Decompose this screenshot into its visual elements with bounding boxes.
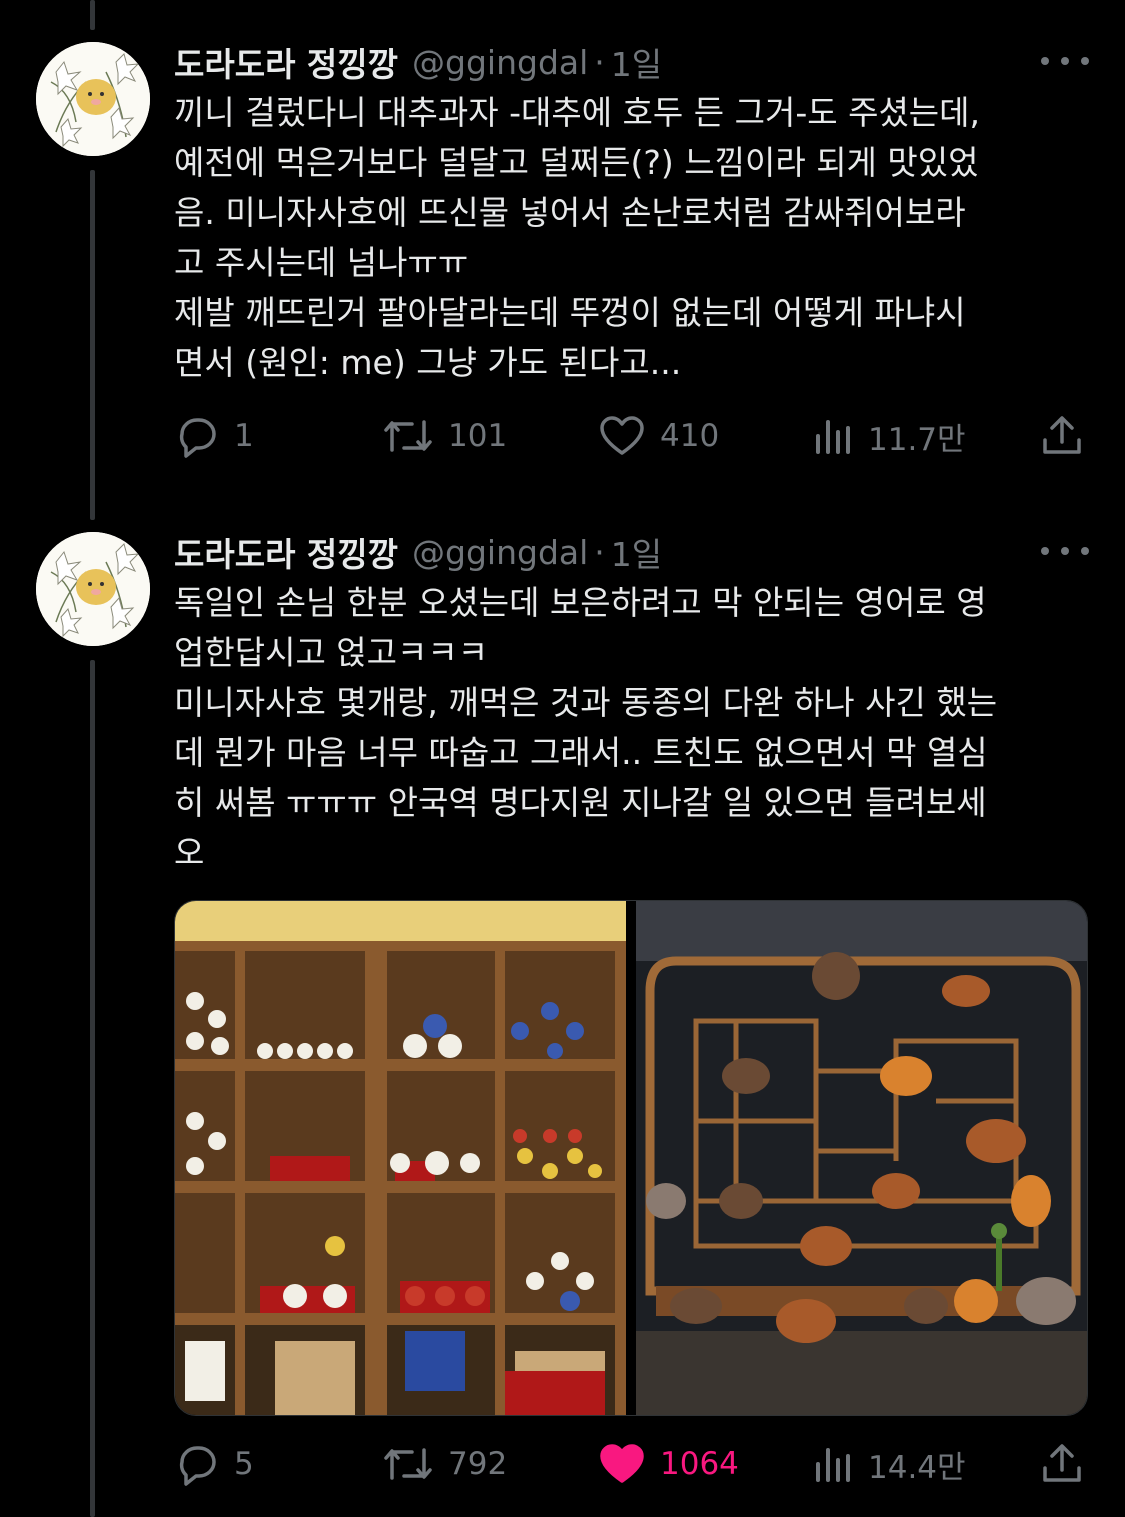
photo-teacup-shelves[interactable] bbox=[175, 901, 626, 1415]
share-button[interactable] bbox=[1040, 1442, 1084, 1486]
retweet-icon bbox=[384, 420, 432, 452]
reply-icon bbox=[179, 1446, 216, 1486]
tweet[interactable]: 도라도라 정낑깡 @ggingdal · 1일 끼니 걸렀다니 대추과자 -대추… bbox=[0, 0, 1125, 490]
retweet-button[interactable]: 792 bbox=[382, 1444, 507, 1484]
tweet-line: 히 써봄 ㅠㅠㅠ 안국역 명다지원 지나갈 일 있으면 들려보세 bbox=[174, 783, 987, 822]
author-name[interactable]: 도라도라 정낑깡 bbox=[174, 38, 398, 86]
tweet-line: 독일인 손님 한분 오셨는데 보은하려고 막 안되는 영어로 영 bbox=[174, 583, 987, 622]
share-icon bbox=[1043, 1444, 1081, 1482]
tweet-line: 끼니 걸렀다니 대추과자 -대추에 호두 든 그거-도 주셨는데, bbox=[174, 93, 981, 132]
timestamp[interactable]: 1일 bbox=[611, 38, 662, 86]
more-icon[interactable] bbox=[1041, 44, 1089, 78]
views-button[interactable]: 14.4만 bbox=[814, 1442, 966, 1487]
tweet-header: 도라도라 정낑깡 @ggingdal · 1일 bbox=[174, 38, 662, 86]
author-handle[interactable]: @ggingdal bbox=[412, 533, 588, 572]
like-count: 1064 bbox=[660, 1446, 739, 1482]
views-count: 14.4만 bbox=[868, 1449, 966, 1486]
media-grid bbox=[174, 900, 1088, 1416]
tweet-line: 고 주시는데 넘나ㅠㅠ bbox=[174, 243, 469, 282]
tweet-header: 도라도라 정낑깡 @ggingdal · 1일 bbox=[174, 528, 662, 576]
retweet-button[interactable]: 101 bbox=[382, 416, 507, 456]
avatar[interactable] bbox=[36, 42, 150, 156]
reply-count: 5 bbox=[234, 1446, 254, 1482]
separator-dot: · bbox=[594, 42, 605, 82]
views-count: 11.7만 bbox=[868, 421, 966, 458]
tweet-line: 오 bbox=[174, 833, 205, 872]
tweet-text: 끼니 걸렀다니 대추과자 -대추에 호두 든 그거-도 주셨는데, 예전에 먹은… bbox=[174, 88, 1074, 388]
like-count: 410 bbox=[660, 418, 720, 454]
tweet-text: 독일인 손님 한분 오셨는데 보은하려고 막 안되는 영어로 영 업한답시고 얹… bbox=[174, 578, 1074, 878]
tweet-line: 음. 미니자사호에 뜨신물 넣어서 손난로처럼 감싸쥐어보라 bbox=[174, 193, 966, 232]
tweet[interactable]: 도라도라 정낑깡 @ggingdal · 1일 독일인 손님 한분 오셨는데 보… bbox=[0, 490, 1125, 1517]
like-icon bbox=[600, 1444, 644, 1483]
retweet-icon bbox=[384, 1448, 432, 1480]
separator-dot: · bbox=[594, 532, 605, 572]
tweet-line: 예전에 먹은거보다 덜달고 덜쩌든(?) 느낌이라 되게 맛있었 bbox=[174, 143, 979, 182]
action-bar: 1 101 410 11.7만 bbox=[174, 412, 1094, 460]
share-icon bbox=[1043, 416, 1081, 454]
tweet-line: 데 뭔가 마음 너무 따숩고 그래서.. 트친도 없으면서 막 열심 bbox=[174, 733, 988, 772]
tweet-line: 업한답시고 얹고ㅋㅋㅋ bbox=[174, 633, 489, 672]
views-icon bbox=[816, 420, 850, 454]
more-icon[interactable] bbox=[1041, 534, 1089, 568]
tweet-line: 제발 깨뜨린거 팔아달라는데 뚜껑이 없는데 어떻게 파냐시 bbox=[174, 293, 966, 332]
share-button[interactable] bbox=[1040, 414, 1084, 458]
timestamp[interactable]: 1일 bbox=[611, 528, 662, 576]
reply-count: 1 bbox=[234, 418, 254, 454]
photo-teapot-cabinet[interactable] bbox=[636, 901, 1087, 1415]
action-bar: 5 792 1064 14.4만 bbox=[174, 1440, 1094, 1488]
views-icon bbox=[816, 1448, 850, 1482]
reply-button[interactable]: 5 bbox=[174, 1442, 254, 1486]
like-icon bbox=[600, 416, 644, 455]
like-button[interactable]: 1064 bbox=[598, 1443, 739, 1485]
reply-button[interactable]: 1 bbox=[174, 414, 254, 458]
author-name[interactable]: 도라도라 정낑깡 bbox=[174, 528, 398, 576]
author-handle[interactable]: @ggingdal bbox=[412, 43, 588, 82]
tweet-line: 미니자사호 몇개랑, 깨먹은 것과 동종의 다완 하나 사긴 했는 bbox=[174, 683, 998, 722]
retweet-count: 101 bbox=[448, 418, 508, 454]
tweet-line: 면서 (원인: me) 그냥 가도 된다고... bbox=[174, 343, 682, 382]
views-button[interactable]: 11.7만 bbox=[814, 414, 966, 459]
avatar[interactable] bbox=[36, 532, 150, 646]
reply-icon bbox=[179, 418, 216, 458]
like-button[interactable]: 410 bbox=[598, 415, 719, 457]
retweet-count: 792 bbox=[448, 1446, 508, 1482]
